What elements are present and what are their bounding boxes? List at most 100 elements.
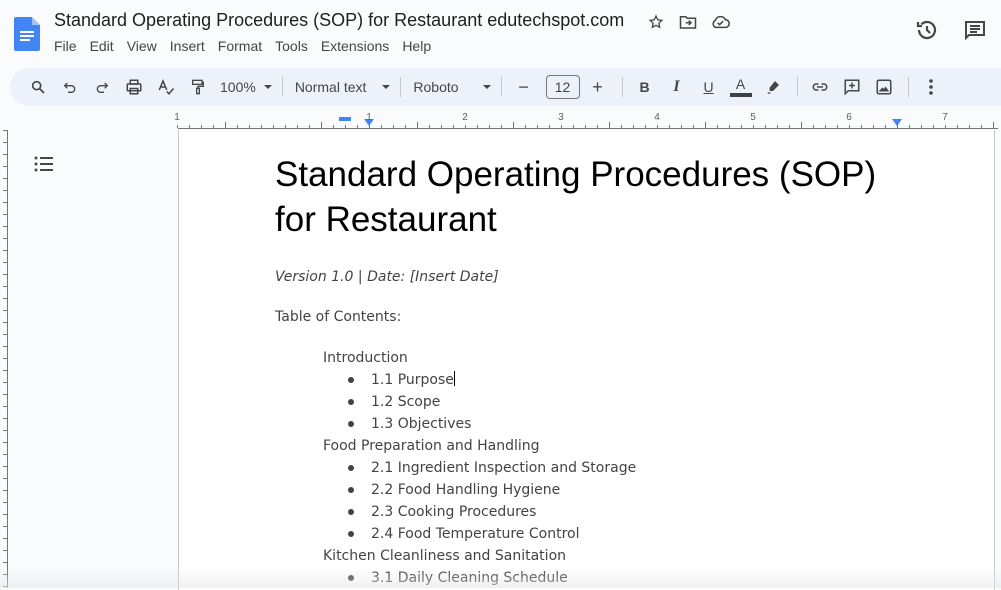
menu-extensions[interactable]: Extensions (321, 38, 395, 54)
move-to-folder-icon[interactable] (678, 12, 698, 32)
ruler-label: 2 (462, 112, 468, 123)
ruler-tick (813, 125, 814, 128)
star-icon[interactable] (646, 12, 666, 32)
cloud-saved-icon[interactable] (710, 12, 730, 32)
zoom-select[interactable]: 100% (216, 79, 276, 95)
version-line: Version 1.0 | Date: [Insert Date] (275, 269, 915, 285)
insert-link-icon[interactable] (806, 73, 834, 101)
spellcheck-icon[interactable] (152, 73, 180, 101)
text-color-button[interactable]: A (727, 73, 755, 101)
menu-insert[interactable]: Insert (170, 38, 211, 54)
ruler-tick (213, 125, 214, 128)
ruler-label: 1 (174, 112, 180, 123)
ruler-tick (789, 125, 790, 128)
ruler-tick (3, 322, 7, 323)
ruler-tick (249, 125, 250, 128)
paragraph-style-select[interactable]: Normal text (291, 79, 395, 95)
toolbar-divider (400, 77, 401, 97)
bold-button[interactable]: B (631, 73, 659, 101)
print-icon[interactable] (120, 73, 148, 101)
menu-format[interactable]: Format (218, 38, 268, 54)
ruler-label: 7 (942, 112, 948, 123)
chevron-down-icon (382, 85, 390, 89)
italic-button[interactable]: I (663, 73, 691, 101)
version-history-icon[interactable] (915, 18, 939, 42)
ruler-tick (897, 122, 898, 128)
horizontal-ruler[interactable]: 11234567 (0, 110, 1001, 130)
menu-edit[interactable]: Edit (90, 38, 120, 54)
ruler-tick (597, 125, 598, 128)
ruler-tick (3, 250, 7, 251)
font-size-input[interactable]: 12 (546, 75, 580, 99)
toolbar-divider (797, 77, 798, 97)
document-page[interactable]: Standard Operating Procedures (SOP) for … (178, 130, 995, 590)
ruler-tick (3, 562, 7, 563)
font-value: Roboto (413, 79, 458, 95)
insert-image-icon[interactable] (870, 73, 898, 101)
ruler-tick (705, 122, 706, 128)
ruler-tick (477, 125, 478, 128)
ruler-tick (537, 125, 538, 128)
ruler-tick (177, 125, 178, 128)
more-options-icon[interactable] (917, 73, 945, 101)
vertical-ruler (0, 130, 8, 588)
add-comment-icon[interactable] (838, 73, 866, 101)
document-body[interactable]: Standard Operating Procedures (SOP) for … (275, 152, 915, 589)
google-docs-logo-icon[interactable] (14, 17, 40, 51)
comments-icon[interactable] (963, 18, 987, 42)
ruler-tick (489, 125, 490, 128)
ruler-tick (741, 125, 742, 128)
ruler-tick (3, 586, 7, 587)
search-menus-icon[interactable] (24, 73, 52, 101)
ruler-tick (369, 125, 370, 128)
menu-help[interactable]: Help (402, 38, 437, 54)
menu-tools[interactable]: Tools (275, 38, 314, 54)
ruler-tick (3, 406, 7, 407)
text-color-icon: A (736, 77, 745, 91)
document-outline-icon[interactable] (32, 152, 56, 176)
menu-file[interactable]: File (54, 38, 83, 54)
toc-item: 2.1 Ingredient Inspection and Storage (275, 457, 915, 479)
toc-item: 1.3 Objectives (275, 413, 915, 435)
ruler-label: 4 (654, 112, 660, 123)
ruler-label: 5 (750, 112, 756, 123)
underline-button[interactable]: U (695, 73, 723, 101)
ruler-tick (321, 122, 322, 128)
ruler-tick (3, 310, 7, 311)
ruler-tick (837, 125, 838, 128)
ruler-tick (201, 125, 202, 128)
ruler-tick (3, 538, 7, 539)
toc-item: 3.1 Daily Cleaning Schedule (275, 567, 915, 589)
decrease-font-size-button[interactable]: − (510, 73, 538, 101)
undo-icon[interactable] (56, 73, 84, 101)
redo-icon[interactable] (88, 73, 116, 101)
ruler-tick (3, 202, 7, 203)
ruler-tick (3, 490, 7, 491)
document-title[interactable]: Standard Operating Procedures (SOP) for … (54, 10, 624, 31)
ruler-tick (921, 125, 922, 128)
menu-view[interactable]: View (127, 38, 163, 54)
ruler-tick (441, 125, 442, 128)
paint-format-icon[interactable] (184, 73, 212, 101)
ruler-tick (357, 125, 358, 128)
ruler-tick (633, 125, 634, 128)
increase-font-size-button[interactable]: + (584, 73, 612, 101)
ruler-tick (3, 466, 7, 467)
toc-item: 2.3 Cooking Procedures (275, 501, 915, 523)
ruler-tick (429, 125, 430, 128)
ruler-tick (3, 382, 7, 383)
toc-section: Food Preparation and Handling (275, 435, 915, 457)
toc-heading: Table of Contents: (275, 309, 915, 325)
ruler-baseline (178, 128, 998, 129)
font-select[interactable]: Roboto (409, 79, 494, 95)
text-color-swatch (730, 93, 752, 97)
ruler-tick (609, 122, 610, 128)
ruler-tick (753, 125, 754, 128)
ruler-tick (417, 122, 418, 128)
highlight-color-icon[interactable] (759, 73, 787, 101)
first-line-indent-marker[interactable] (339, 117, 351, 121)
ruler-tick (981, 125, 982, 128)
ruler-tick (945, 125, 946, 128)
ruler-tick (849, 125, 850, 128)
ruler-tick (669, 125, 670, 128)
